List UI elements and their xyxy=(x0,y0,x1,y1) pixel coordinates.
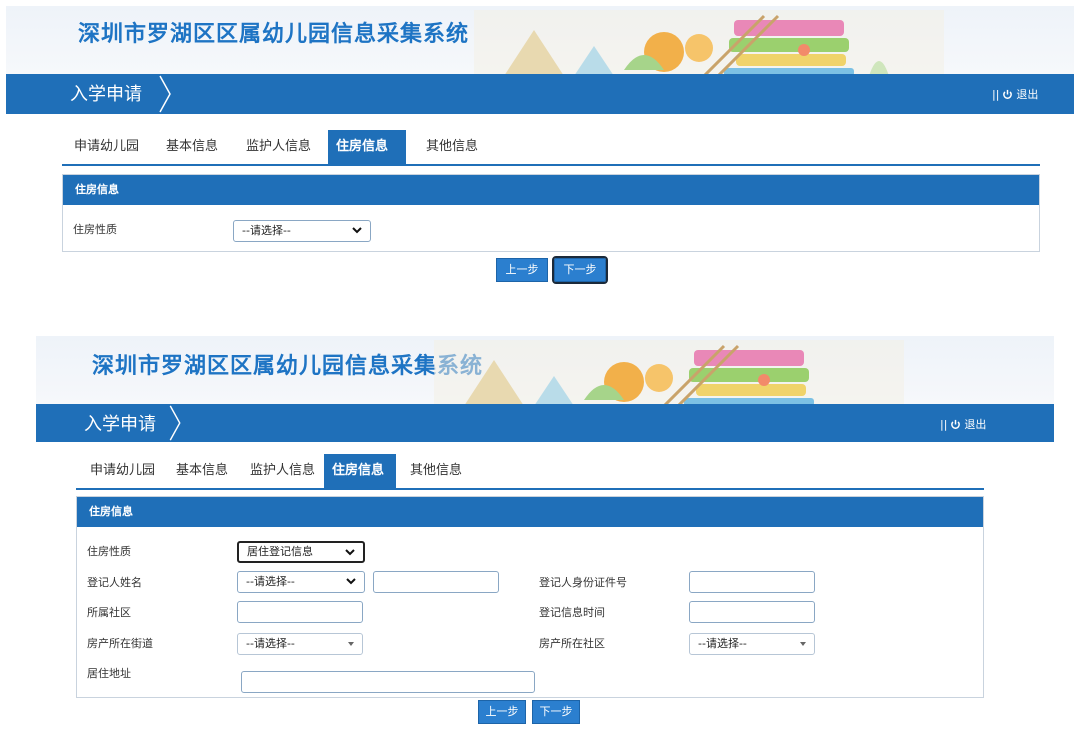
chevron-down-icon xyxy=(352,227,362,234)
separator-icon: || xyxy=(940,417,948,431)
housing-panel: 住房信息 住房性质 --请选择-- xyxy=(62,174,1040,252)
nav-title: 入学申请 xyxy=(70,84,142,105)
registrant-id-input[interactable] xyxy=(689,571,815,593)
panel-title: 住房信息 xyxy=(63,175,1039,205)
nav-bar: 入学申请 || 退出 xyxy=(6,74,1074,114)
prev-step-button[interactable]: 上一步 xyxy=(496,258,548,282)
address-label: 居住地址 xyxy=(87,667,131,680)
next-step-button[interactable]: 下一步 xyxy=(532,700,580,724)
street-label: 房产所在街道 xyxy=(87,637,153,650)
chevron-down-icon xyxy=(346,578,356,585)
tab-basic-info[interactable]: 基本信息 xyxy=(158,130,226,164)
logout-label: 退出 xyxy=(1016,88,1039,101)
screen-1: 深圳市罗湖区区属幼儿园信息采集系统 入学申请 || 退出 申请幼儿园 基本信息 … xyxy=(6,6,1074,296)
housing-type-label: 住房性质 xyxy=(73,223,117,236)
power-icon xyxy=(951,419,961,429)
chevron-down-icon xyxy=(345,549,355,556)
tab-guardian-info[interactable]: 监护人信息 xyxy=(242,454,323,488)
community-label: 所属社区 xyxy=(87,606,131,619)
housing-type-label: 住房性质 xyxy=(87,545,131,558)
prev-step-button[interactable]: 上一步 xyxy=(478,700,526,724)
housing-type-value: --请选择-- xyxy=(242,224,291,237)
tab-kindergarten[interactable]: 申请幼儿园 xyxy=(82,454,163,488)
housing-type-select[interactable]: --请选择-- xyxy=(233,220,371,242)
logout-label: 退出 xyxy=(964,418,987,431)
registrant-name-label: 登记人姓名 xyxy=(87,576,142,589)
register-time-input[interactable] xyxy=(689,601,815,623)
property-community-label: 房产所在社区 xyxy=(539,637,605,650)
tab-strip: 申请幼儿园 基本信息 监护人信息 住房信息 其他信息 xyxy=(62,130,1040,166)
community-input[interactable] xyxy=(237,601,363,623)
housing-panel: 住房信息 住房性质 居住登记信息 登记人姓名 --请选择-- 登记人身份证件号 … xyxy=(76,496,984,698)
tab-kindergarten[interactable]: 申请幼儿园 xyxy=(66,130,147,164)
registrant-name-select[interactable]: --请选择-- xyxy=(237,571,365,593)
tab-guardian-info[interactable]: 监护人信息 xyxy=(238,130,319,164)
banner-illustration xyxy=(474,10,944,74)
tab-other-info[interactable]: 其他信息 xyxy=(402,454,470,488)
chevron-right-icon xyxy=(159,75,171,113)
tab-strip: 申请幼儿园 基本信息 监护人信息 住房信息 其他信息 xyxy=(76,454,984,490)
header-banner: 深圳市罗湖区区属幼儿园信息采集系统 xyxy=(6,6,1074,74)
property-community-select[interactable]: --请选择-- xyxy=(689,633,815,655)
housing-type-value: 居住登记信息 xyxy=(247,545,313,558)
header-banner: 深圳市罗湖区区属幼儿园信息采集系统 xyxy=(36,336,1054,404)
screen-2: 深圳市罗湖区区属幼儿园信息采集系统 入学申请 || 退出 申请幼儿园 基本信息 xyxy=(36,336,1054,736)
caret-down-icon xyxy=(348,642,354,646)
property-community-select-value: --请选择-- xyxy=(698,637,747,650)
logout-link[interactable]: || 退出 xyxy=(940,416,986,432)
banner-illustration xyxy=(434,340,904,404)
register-time-label: 登记信息时间 xyxy=(539,606,605,619)
tab-basic-info[interactable]: 基本信息 xyxy=(168,454,236,488)
panel-title: 住房信息 xyxy=(77,497,983,527)
nav-title: 入学申请 xyxy=(84,414,156,435)
street-select[interactable]: --请选择-- xyxy=(237,633,363,655)
chevron-right-icon xyxy=(169,405,181,441)
address-input[interactable] xyxy=(241,671,535,693)
system-title: 深圳市罗湖区区属幼儿园信息采集系统 xyxy=(78,22,470,47)
registrant-id-label: 登记人身份证件号 xyxy=(539,576,627,589)
nav-bar: 入学申请 || 退出 xyxy=(36,404,1054,442)
tab-housing-info[interactable]: 住房信息 xyxy=(328,130,406,164)
separator-icon: || xyxy=(992,87,1000,101)
power-icon xyxy=(1003,89,1013,99)
street-select-value: --请选择-- xyxy=(246,637,295,650)
registrant-name-input[interactable] xyxy=(373,571,499,593)
housing-type-select[interactable]: 居住登记信息 xyxy=(237,541,365,563)
logout-link[interactable]: || 退出 xyxy=(992,86,1038,102)
next-step-button[interactable]: 下一步 xyxy=(552,256,608,284)
tab-housing-info[interactable]: 住房信息 xyxy=(324,454,396,488)
tab-other-info[interactable]: 其他信息 xyxy=(418,130,486,164)
system-title: 深圳市罗湖区区属幼儿园信息采集系统 xyxy=(92,354,484,379)
caret-down-icon xyxy=(800,642,806,646)
registrant-name-select-value: --请选择-- xyxy=(246,575,295,588)
